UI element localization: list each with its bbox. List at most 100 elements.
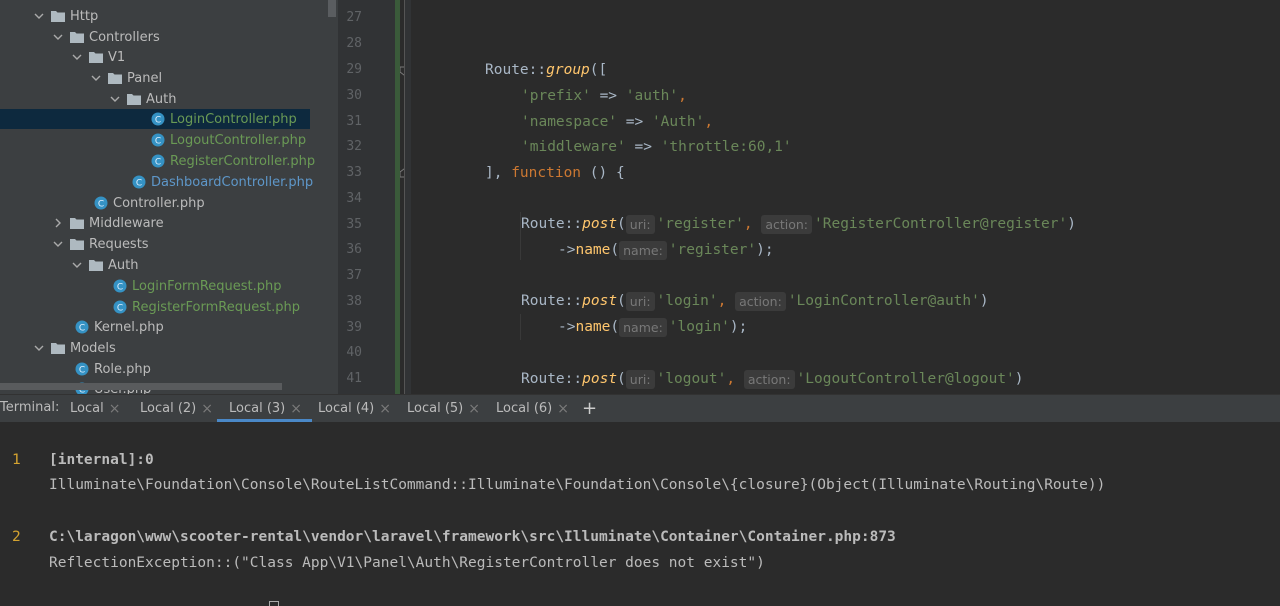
tree-file-register-form-request[interactable]: C RegisterFormRequest.php [0,297,338,317]
php-class-icon: C [113,279,127,293]
chevron-right-icon[interactable] [51,213,65,233]
code-op: ([ [589,62,608,78]
terminal-output[interactable]: 1 [internal]:0 Illuminate\Foundation\Con… [0,422,1280,606]
terminal-tab[interactable]: Local (5) × [407,395,480,422]
chevron-down-icon[interactable] [51,27,65,47]
chevron-down-icon[interactable] [32,6,46,26]
tree-label: RegisterController.php [170,153,316,169]
tree-folder-http[interactable]: Http [0,6,338,26]
chevron-down-icon[interactable] [32,338,46,358]
code-string: 'middleware' [521,139,626,155]
close-icon[interactable]: × [201,401,213,417]
tree-folder-requests-auth[interactable]: Auth [0,255,338,275]
folder-icon [69,30,85,44]
terminal-tab[interactable]: Local (6) × [496,395,569,422]
line-number: 36 [346,242,362,257]
trace-location: [internal]:0 [49,452,154,468]
tree-vertical-scrollbar[interactable] [328,0,336,17]
code-op: ( [610,242,620,258]
code-line-39: ->name(name:'login'); [558,316,747,338]
tree-file-register-controller[interactable]: C RegisterController.php [0,151,338,171]
code-class: Route [521,216,565,232]
tree-file-logout-controller[interactable]: C LogoutController.php [0,130,338,150]
code-line-31: 'namespace' => 'Auth', [521,111,713,133]
tree-folder-panel[interactable]: Panel [0,68,338,88]
code-punct: , [726,371,736,387]
code-op: ( [617,371,626,387]
close-icon[interactable]: × [290,401,302,417]
php-class-icon: C [132,175,146,189]
tree-file-role[interactable]: C Role.php [0,359,338,379]
tree-label: Auth [146,91,177,107]
code-string: 'auth' [625,88,679,104]
tree-file-login-controller[interactable]: C LoginController.php [0,109,310,129]
code-line-30: 'prefix' => 'auth', [521,85,687,107]
chevron-down-icon[interactable] [70,47,84,67]
close-icon[interactable]: × [468,401,480,417]
code-op: ) [1014,371,1024,387]
code-op: => [617,114,652,130]
code-op: ( [617,293,626,309]
terminal-tab[interactable]: Local (4) × [318,395,391,422]
code-op: ( [617,216,626,232]
tree-folder-middleware[interactable]: Middleware [0,213,338,233]
param-hint: uri: [625,369,655,389]
code-op: => [590,88,626,104]
chevron-down-icon[interactable] [51,234,65,254]
terminal-tab[interactable]: Local × [70,395,120,422]
tree-folder-auth[interactable]: Auth [0,89,338,109]
php-class-icon: C [113,300,127,314]
folder-icon [50,341,66,355]
tree-label: Requests [89,236,149,252]
tree-folder-controllers[interactable]: Controllers [0,27,338,47]
terminal-tab-active[interactable]: Local (3) × [217,395,312,422]
svg-text:C: C [79,366,85,376]
terminal-tab-label: Local (2) [140,401,197,416]
chevron-down-icon[interactable] [89,68,103,88]
line-number: 29 [346,62,362,77]
tree-folder-requests[interactable]: Requests [0,234,338,254]
code-string: 'throttle:60,1' [660,139,792,155]
svg-text:C: C [155,116,161,126]
close-icon[interactable]: × [379,401,391,417]
tree-file-login-form-request[interactable]: C LoginFormRequest.php [0,276,338,296]
tree-folder-models[interactable]: Models [0,338,338,358]
terminal-tab-label: Local (4) [318,401,375,416]
code-class: Route [521,371,565,387]
code-op: :: [564,371,583,387]
chevron-down-icon[interactable] [70,255,84,275]
php-class-icon: C [151,154,165,168]
code-class: Route [521,293,565,309]
code-line-38: Route::post(uri:'login', action: 'LoginCo… [521,290,989,312]
trace-number: 1 [12,452,21,468]
folder-icon [50,9,66,23]
code-punct: , [743,216,753,232]
close-icon[interactable]: × [557,401,569,417]
chevron-down-icon[interactable] [108,89,122,109]
param-hint: name: [619,317,667,337]
tree-file-controller[interactable]: C Controller.php [0,193,338,213]
svg-text:C: C [136,179,142,189]
code-op: :: [564,216,583,232]
line-number: 37 [346,268,362,283]
tree-label: Panel [127,70,163,86]
code-string: 'namespace' [521,114,618,130]
php-class-icon: C [151,112,165,126]
tree-horizontal-scrollbar[interactable] [0,383,282,390]
tree-folder-v1[interactable]: V1 [0,47,338,67]
terminal-tab[interactable]: Local (2) × [140,395,213,422]
param-hint: action: [735,291,786,311]
terminal-tab-label: Local (6) [496,401,553,416]
close-icon[interactable]: × [109,401,121,417]
code-string: 'LogoutController@logout' [796,371,1015,387]
tree-file-kernel[interactable]: C Kernel.php [0,317,338,337]
terminal-tab-label: Local [70,401,104,416]
code-editor[interactable]: Route::group([ 'prefix' => 'auth', 'name… [411,0,1280,394]
line-number: 27 [346,10,362,25]
tree-file-dashboard-controller[interactable]: C DashboardController.php [0,172,338,192]
folder-icon [88,258,104,272]
code-string: 'Auth' [651,114,705,130]
add-terminal-button[interactable]: + [582,398,597,419]
code-function: post [582,371,618,387]
svg-text:C: C [155,158,161,168]
